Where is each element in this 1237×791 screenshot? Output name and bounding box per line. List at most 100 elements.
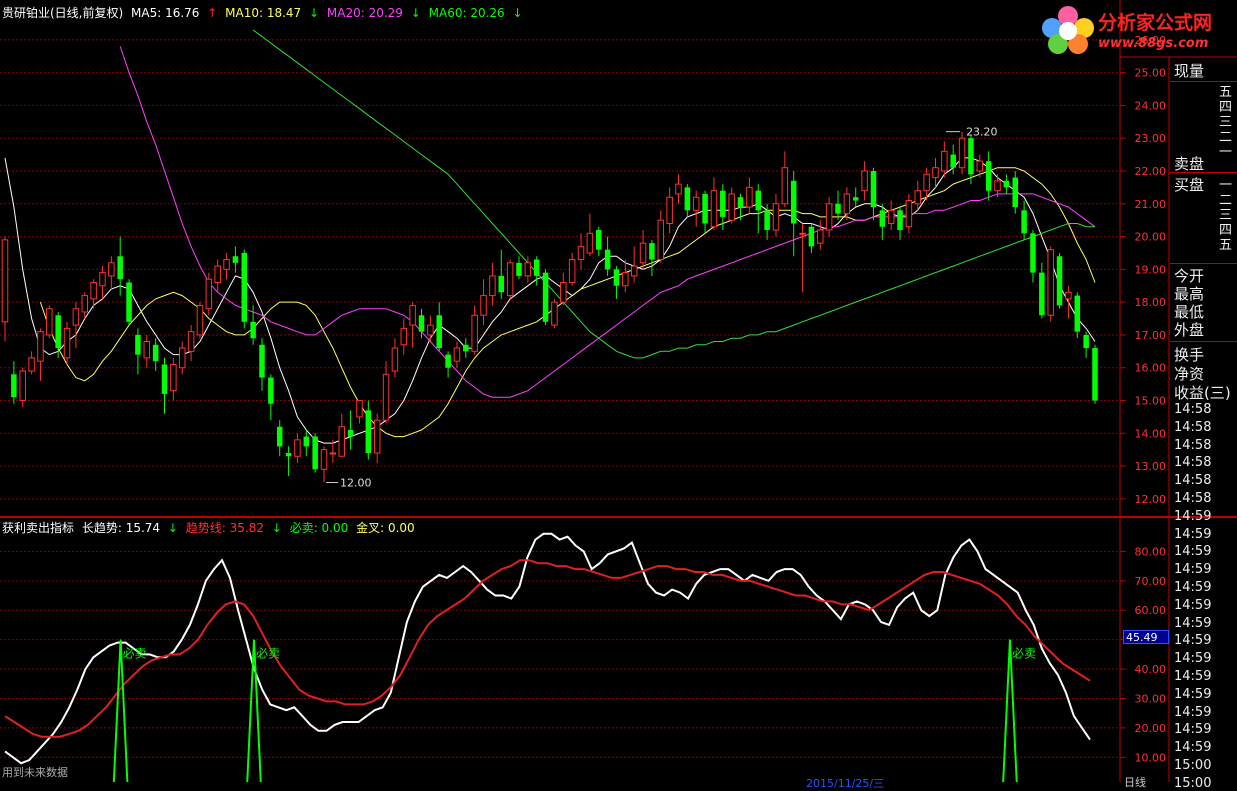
candle [427, 315, 434, 342]
candle [1021, 200, 1027, 240]
ask-label: 卖盘 [1174, 155, 1205, 173]
period-label[interactable]: 日线 [1124, 774, 1146, 790]
tick-time: 14:59 [1174, 686, 1212, 702]
indicator-line [4, 532, 1091, 765]
candle [516, 256, 522, 280]
candle [37, 328, 44, 381]
price-tick-label: 12.00 [1135, 493, 1167, 506]
candle-body [684, 187, 691, 211]
candle [170, 357, 177, 401]
candle-body [19, 370, 26, 402]
sell-signal-label: 必卖 [256, 647, 280, 661]
candle-body [843, 193, 851, 215]
price-tick-label: 23.00 [1135, 132, 1167, 145]
candle-body [516, 262, 522, 276]
candle-body [1030, 233, 1036, 273]
candle-body [675, 183, 682, 195]
candle [445, 351, 451, 378]
candle-body [489, 275, 496, 297]
candle-body [666, 196, 673, 224]
tick-time: 14:59 [1174, 615, 1212, 631]
sell-signal-spike [1002, 639, 1018, 782]
candle [1039, 262, 1045, 319]
candle [506, 259, 514, 299]
indicator-legend-label: 必卖: 0.00 [289, 521, 353, 535]
tick-time: 15:00 [1174, 758, 1212, 773]
price-tick-label: 17.00 [1135, 329, 1167, 342]
candle-body [391, 347, 399, 372]
candle-body [320, 449, 328, 470]
candle [692, 190, 700, 227]
stock-title: 贵研铂业(日线,前复权) [2, 6, 124, 20]
candle-body [11, 374, 17, 398]
tick-time: 14:58 [1174, 419, 1212, 435]
candle [1065, 285, 1072, 319]
tick-time: 14:59 [1174, 740, 1212, 756]
candle [551, 298, 558, 329]
candle-body [276, 426, 283, 447]
candle [905, 193, 913, 234]
tick-time: 14:59 [1174, 544, 1212, 560]
candle-body [170, 363, 177, 392]
candle-body [1083, 334, 1089, 349]
ma-legend-arrow: ↓ [410, 6, 421, 20]
candle-body [1012, 177, 1018, 208]
candle [861, 161, 868, 201]
candle-body [746, 186, 753, 208]
candle-body [1039, 272, 1045, 316]
candle-body [639, 242, 647, 264]
candle [373, 413, 381, 463]
candle [400, 318, 408, 355]
sell-signal-spike [112, 639, 129, 782]
bid-label: 买盘 [1174, 176, 1205, 194]
high-price-label: 23.20 [966, 126, 998, 139]
candle-body [790, 180, 797, 224]
indicator-legend-label: 长趋势: 15.74 [81, 521, 164, 535]
candle [958, 131, 966, 175]
candle-body [143, 340, 151, 359]
candle [241, 249, 248, 329]
candle-body [825, 203, 833, 231]
candle-body [161, 364, 168, 394]
candle [897, 207, 903, 240]
candle-body [135, 334, 141, 355]
candle [143, 334, 151, 368]
candle-body [1003, 180, 1010, 188]
candle-body [214, 265, 221, 283]
tick-time: 14:58 [1174, 437, 1212, 453]
flower-logo-icon [1042, 6, 1094, 54]
sell-signal-spike [246, 639, 262, 782]
candle [1083, 331, 1089, 358]
indicator-tick-label: 60.00 [1135, 604, 1167, 617]
tick-time: 14:59 [1174, 722, 1212, 738]
candle-body [356, 400, 363, 418]
candle [772, 193, 780, 237]
candle [1030, 230, 1036, 283]
logo-title: 分析家公式网 [1098, 12, 1213, 34]
indicator-header: 获利卖出指标 长趋势: 15.74 ↓ 趋势线: 35.82 ↓ 必卖: 0.0… [2, 519, 423, 536]
tick-time: 15:00 [1174, 775, 1212, 791]
candle-body [524, 262, 532, 277]
candle [710, 177, 718, 231]
candle [1, 236, 9, 342]
candle-body [63, 327, 71, 359]
candle-body [81, 295, 89, 313]
candle-body [577, 245, 585, 261]
candle [152, 338, 159, 372]
candle [657, 210, 665, 263]
candle [568, 252, 576, 286]
indicator-tick-label: 70.00 [1135, 575, 1167, 588]
candle [675, 174, 682, 204]
price-tick-label: 13.00 [1135, 460, 1167, 473]
candle-body [861, 170, 868, 192]
ask-level-label: 一 [1219, 145, 1233, 160]
candle-body [905, 200, 913, 228]
candle-body [178, 347, 186, 369]
tick-time: 14:59 [1174, 508, 1212, 524]
tick-time: 14:59 [1174, 526, 1212, 542]
candle [312, 433, 318, 473]
tick-time: 14:58 [1174, 491, 1212, 506]
candle-body [427, 324, 434, 336]
candle [187, 325, 195, 362]
low-price-label: 12.00 [340, 476, 372, 489]
